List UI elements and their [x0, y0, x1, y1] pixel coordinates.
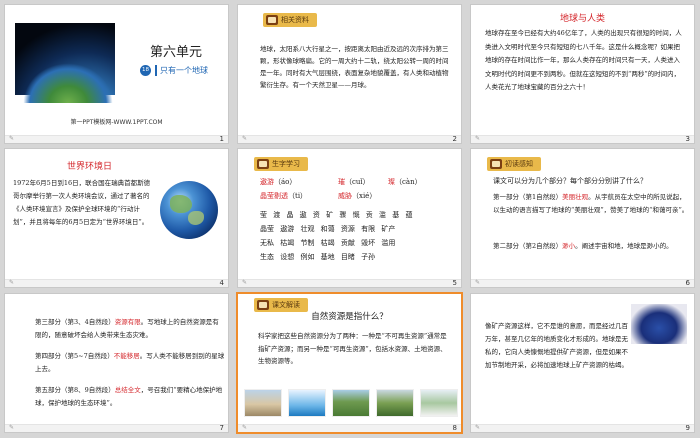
flowers-image	[420, 389, 458, 417]
slide-footer: ✎ 5	[238, 279, 461, 287]
word-row: 生态 设想 例如 基地 目睹 子孙	[260, 253, 376, 261]
part-text: 第三部分（第3、4自然段）资源有限。写地球上的自然资源是有限的，随意破坏会给人类…	[35, 318, 219, 339]
site-watermark: 第一PPT模板网-WWW.1PPT.COM	[70, 119, 163, 126]
slide-title: 地球与人类	[559, 14, 605, 24]
slide-number: 1	[219, 135, 224, 143]
body-text: 像矿产资源这样，它不是谁的意愿，而是经过几百万年，甚至几亿年的地质变化才形成的。…	[485, 322, 628, 369]
part-text: 第二部分（第2自然段）渺小。阐述宇宙和地，地球是渺小的。	[493, 242, 673, 250]
book-icon	[257, 159, 269, 169]
comment-icon[interactable]: ✎	[9, 424, 14, 432]
lesson-number-badge: 18	[140, 65, 151, 76]
body-text: 地球存在至今已经有大约46亿年了，人类的出现只有很短的时间，人类进入文明时代至今…	[485, 29, 682, 91]
part-text: 第一部分（第1自然段）美丽壮观。从宇航员在太空中的所见说起，以生动的语言描写了地…	[493, 193, 689, 214]
slide-footer: ✎ 2	[238, 135, 461, 143]
comment-icon[interactable]: ✎	[475, 135, 480, 143]
farmland-image	[376, 389, 414, 417]
word-row: 莹 渡 晶 遨 资 矿 骤 慨 贡 滥 基 蕴	[260, 211, 413, 219]
slide-footer: ✎ 1	[5, 135, 228, 143]
comment-icon[interactable]: ✎	[242, 424, 247, 432]
slide-thumbnail-4[interactable]: 世界环境日 1972年6月5日到16日，联合国在瑞典首都斯德哥尔摩举行第一次人类…	[4, 148, 229, 288]
mineral-crystal-image	[631, 304, 687, 344]
field-image	[332, 389, 370, 417]
vocab-item: 璨（càn）	[388, 178, 422, 186]
question-text: 自然资源是指什么？	[311, 312, 388, 322]
slide-number: 3	[685, 135, 690, 143]
section-tag: 相关资料	[263, 13, 317, 27]
slide-thumbnail-3[interactable]: 地球与人类 地球存在至今已经有大约46亿年了，人类的出现只有很短的时间，人类进入…	[470, 4, 695, 144]
earth-image	[15, 23, 115, 103]
slide-thumbnail-2[interactable]: 相关资料 地球，太阳系八大行星之一，按距离太阳由近及远的次序排为第三颗，形状像球…	[237, 4, 462, 144]
book-icon	[266, 15, 278, 25]
slide-number: 7	[219, 424, 224, 432]
vocab-item: 威胁（xié）	[338, 192, 377, 200]
word-row: 晶莹 遨游 壮观 和蔼 资源 有限 矿产	[260, 225, 396, 233]
slide-number: 6	[685, 279, 690, 287]
slide-footer: ✎ 3	[471, 135, 694, 143]
body-text: 1972年6月5日到16日，联合国在瑞典首都斯德哥尔摩举行第一次人类环境会议，通…	[13, 179, 151, 226]
globe-image	[160, 181, 218, 239]
slide-footer: ✎ 6	[471, 279, 694, 287]
section-tag: 初读感知	[487, 157, 541, 171]
slide-title: 第六单元	[150, 45, 203, 60]
slide-number: 5	[452, 279, 457, 287]
desert-image	[244, 389, 282, 417]
comment-icon[interactable]: ✎	[242, 135, 247, 143]
book-icon	[490, 159, 502, 169]
slide-thumbnail-1[interactable]: 第六单元 18 只有一个地球 第一PPT模板网-WWW.1PPT.COM ✎ 1	[4, 4, 229, 144]
slide-thumbnail-8[interactable]: 课文解读 自然资源是指什么？ 科学家把这些自然资源分为了两种：一种是“不可再生资…	[236, 292, 463, 434]
slide-number: 9	[685, 424, 690, 432]
slide-thumbnail-5[interactable]: 生字学习 遨游（áo） 璀（cuǐ） 璨（càn） 晶莹剔透（ti） 威胁（xi…	[237, 148, 462, 288]
body-text: 地球，太阳系八大行星之一，按距离太阳由近及远的次序排为第三颗，形状像球略扁。它的…	[260, 45, 449, 89]
comment-icon[interactable]: ✎	[475, 279, 480, 287]
section-tag: 生字学习	[254, 157, 308, 171]
slide-thumbnail-7[interactable]: 第三部分（第3、4自然段）资源有限。写地球上的自然资源是有限的，随意破坏会给人类…	[4, 293, 229, 433]
water-image	[288, 389, 326, 417]
answer-text: 科学家把这些自然资源分为了两种：一种是“不可再生资源”通常是指矿产资源；而另一种…	[258, 332, 447, 365]
slide-footer: ✎ 4	[5, 279, 228, 287]
vocab-item: 璀（cuǐ）	[338, 178, 370, 186]
word-row: 无私 枯竭 节制 枯竭 贡献 毁坏 滥用	[260, 239, 396, 247]
comment-icon[interactable]: ✎	[9, 135, 14, 143]
slide-footer: ✎ 9	[471, 424, 694, 432]
comment-icon[interactable]: ✎	[475, 424, 480, 432]
lesson-title: 只有一个地球	[155, 65, 208, 76]
comment-icon[interactable]: ✎	[9, 279, 14, 287]
part-text: 第四部分（第5~7自然段）不能移居。写人类不能移居到别的星球上去。	[35, 352, 225, 373]
part-text: 第五部分（第8、9自然段）总结全文，号召我们“要精心地保护地球，保护地球的生态环…	[35, 386, 223, 407]
vocab-item: 遨游（áo）	[260, 178, 297, 186]
slide-number: 8	[452, 424, 457, 432]
book-icon	[257, 300, 269, 310]
slide-footer: ✎ 7	[5, 424, 228, 432]
slide-number: 4	[219, 279, 224, 287]
comment-icon[interactable]: ✎	[242, 279, 247, 287]
question-text: 课文可以分为几个部分？每个部分分别讲了什么？	[493, 177, 647, 185]
vocab-item: 晶莹剔透（ti）	[260, 192, 308, 200]
slide-thumbnail-9[interactable]: 像矿产资源这样，它不是谁的意愿，而是经过几百万年，甚至几亿年的地质变化才形成的。…	[470, 293, 695, 433]
slide-title: 世界环境日	[67, 162, 113, 172]
slide-thumbnail-6[interactable]: 初读感知 课文可以分为几个部分？每个部分分别讲了什么？ 第一部分（第1自然段）美…	[470, 148, 695, 288]
slide-footer: ✎ 8	[238, 424, 461, 432]
slide-number: 2	[452, 135, 457, 143]
